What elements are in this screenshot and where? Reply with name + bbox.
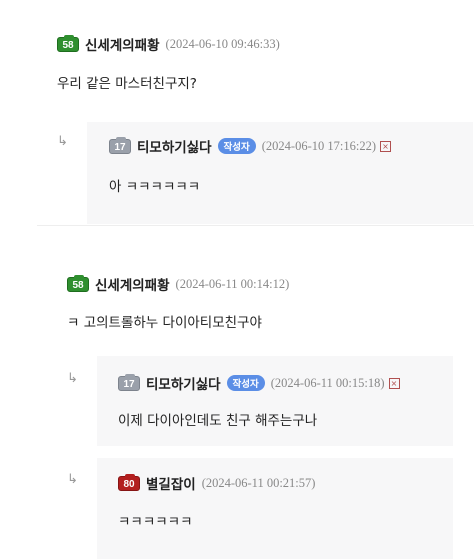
comment-divider: [37, 225, 474, 226]
reply-text: 아 ㅋㅋㅋㅋㅋㅋ: [109, 179, 201, 195]
level-badge-icon: 17: [118, 373, 140, 391]
reply-date: (2024-06-10 17:16:22): [261, 138, 376, 153]
reply-arrow-icon: ↳: [67, 472, 78, 487]
reply-arrow-icon: ↳: [57, 134, 68, 149]
comment-header: 58 신세계의패황 (2024-06-10 09:46:33): [57, 34, 280, 54]
level-badge-icon: 80: [118, 473, 140, 491]
reply-date: (2024-06-11 00:21:57): [201, 475, 316, 490]
delete-icon[interactable]: ×: [380, 140, 391, 152]
comment-date: (2024-06-11 00:14:12): [175, 276, 290, 291]
reply-header: 17 티모하기싫다 작성자 (2024-06-10 17:16:22) ×: [109, 136, 391, 156]
reply-text: ㅋㅋㅋㅋㅋㅋ: [118, 514, 193, 530]
author-tag-badge: 작성자: [217, 138, 256, 154]
comment-text: 우리 같은 마스터친구지?: [57, 76, 197, 92]
level-badge-icon: 58: [57, 34, 79, 52]
reply-arrow-icon: ↳: [67, 371, 78, 386]
comment-author[interactable]: 신세계의패황: [85, 34, 160, 54]
reply-author[interactable]: 티모하기싫다: [137, 136, 212, 156]
reply-author[interactable]: 별길잡이: [146, 473, 196, 493]
comment-date: (2024-06-10 09:46:33): [165, 36, 280, 51]
comment-header: 58 신세계의패황 (2024-06-11 00:14:12): [67, 274, 289, 294]
reply-date: (2024-06-11 00:15:18): [270, 375, 385, 390]
delete-icon[interactable]: ×: [388, 377, 400, 389]
comment-text: ㅋ 고의트롤하누 다이아티모친구야: [67, 315, 262, 331]
level-badge-icon: 17: [109, 136, 131, 154]
level-badge-icon: 58: [67, 274, 89, 292]
reply-author[interactable]: 티모하기싫다: [146, 373, 221, 393]
reply-header: 17 티모하기싫다 작성자 (2024-06-11 00:15:18) ×: [118, 373, 400, 393]
reply-text: 이제 다이아인데도 친구 해주는구나: [118, 413, 318, 429]
comment-author[interactable]: 신세계의패황: [95, 274, 170, 294]
reply-header: 80 별길잡이 (2024-06-11 00:21:57): [118, 473, 315, 493]
reply-box: [97, 356, 453, 446]
author-tag-badge: 작성자: [226, 375, 265, 391]
